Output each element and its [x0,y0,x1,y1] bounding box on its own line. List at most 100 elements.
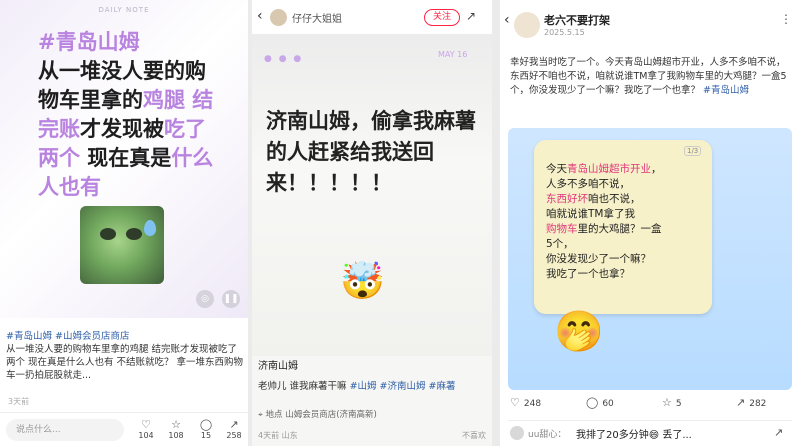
avatar[interactable] [270,9,287,26]
heart-button[interactable]: ♡ 248 [510,396,541,409]
card-date: MAY 16 [438,50,468,59]
divider [492,0,500,446]
post-description: #青岛山姆 #山姆会员店商店 从一堆没人要的购物车里拿的鸡腿 结完账才发现被吃了… [6,330,244,382]
text-segment: 你没发现少了一个嘛？ [546,253,651,265]
location-tag[interactable]: ⌖ 地点 山姆会员商店(济南高新) [258,408,377,420]
stat-count: 15 [200,431,212,440]
stat-count: 248 [523,399,542,409]
exploding-head-icon: 🤯 [340,261,385,302]
text-segment: 鸡腿 结 [143,88,214,112]
pause-icon[interactable]: ❚❚ [222,290,240,308]
comment-button[interactable]: ◯ 60 [586,396,614,409]
caption-desc: 老帅儿 谁我麻薯干嘛 #山姆 #济南山姆 #麻薯 [258,381,456,392]
star-button[interactable]: ☆ 5 [662,396,682,409]
hero-line: 两个 现在真是什么 [38,144,238,173]
sound-icon[interactable]: ◎ [196,290,214,308]
post-tags[interactable]: #青岛山姆 [703,85,749,96]
follow-button[interactable]: 关注 [424,9,460,26]
comment-input[interactable]: 说点什么... [6,419,124,441]
post-image[interactable]: DAILY NOTE #青岛山姆 从一堆没人要的购 物车里拿的鸡腿 结完账才发现被吃… [0,0,248,318]
note-line: 购物车里的大鸡腿？一盒 [546,222,706,237]
post-tags[interactable]: #青岛山姆 #山姆会员店商店 [6,330,244,343]
note-line: 我吃了一个也拿？ [546,267,706,282]
heart-icon: ♡ [510,396,520,409]
share-button[interactable]: ↗ 258 [222,418,246,440]
text-segment: 咱就说谁TM拿了我 [546,208,635,220]
hero-line: 物车里拿的鸡腿 结 [38,86,238,115]
stat-count: 282 [749,399,767,409]
note-text: 今天青岛山姆超市开业， 人多不多咱不说， 东西好坏咱也不说， 咱就说谁TM拿了我 购物车… [546,162,706,282]
text-segment: 我吃了一个也拿？ [546,268,630,280]
comment-text: 我排了20多分钟😄 丢了... [576,430,692,441]
text-segment: 里的大鸡腿？一盒 [577,223,662,235]
stat-count: 5 [675,399,682,409]
post-body: 幸好我当时吃了一个。今天青岛山姆超市开业，人多不多咱不说，东西好不咱也不说，咱就… [510,57,787,96]
stat-count: 60 [602,399,614,409]
post-caption: 济南山姆 老帅儿 谁我麻薯干嘛 #山姆 #济南山姆 #麻薯 [258,360,488,394]
comment-icon: ◯ [586,396,599,409]
stat-count: 104 [138,431,154,440]
text-segment: 青岛山姆超市开业 [567,163,651,175]
note-line: 咱就说谁TM拿了我 [546,207,706,222]
comment-row: uu甜心： 我排了20多分钟😄 丢了... ↗ [508,420,792,444]
text-segment: 从一堆没人要的购 [38,59,206,83]
text-segment: 物车里拿的 [38,88,143,112]
text-segment: 人多不多咱不说， [546,178,630,190]
text-segment: 才发现被 [80,117,164,141]
pin-icon: ⌖ [258,410,263,420]
star-icon: ☆ [662,396,672,409]
star-button[interactable]: ☆ 108 [164,418,188,440]
author-name[interactable]: 老六不要打架 [544,12,610,28]
share-icon[interactable]: ↗ [774,426,783,439]
post-panel-1: DAILY NOTE #青岛山姆 从一堆没人要的购 物车里拿的鸡腿 结完账才发现被吃… [0,0,248,446]
post-footer: 4天前 山东 不喜欢 [258,430,490,441]
action-bar: 说点什么... ♡ 104 ☆ 108 ◯ 15 ↗ 258 [0,412,248,446]
frog-sticker [80,206,164,284]
text-segment: 购物车 [546,223,578,235]
comment-button[interactable]: ◯ 15 [194,418,218,440]
commenter-avatar[interactable] [510,426,524,440]
hero-text: #青岛山姆 从一堆没人要的购 物车里拿的鸡腿 结完账才发现被吃了 两个 现在真是什么人… [38,28,238,202]
text-segment: 完账 [38,117,80,141]
page-indicator: 1/3 [684,146,702,156]
share-icon: ↗ [736,396,746,409]
action-bar: ♡ 248 ◯ 60 ☆ 5 ↗ 282 [500,392,800,416]
commenter-name[interactable]: uu甜心： [528,427,566,440]
post-image[interactable]: ● ● ● MAY 16 济南山姆，偷拿我麻薯的人赶紧给我送回来！！！！！ 🤯 [252,34,492,356]
stat-count: 258 [226,431,242,440]
decor-dots: ● ● ● [264,54,304,64]
sweat-drop-icon [144,220,156,236]
note-line: 今天青岛山姆超市开业， [546,162,706,177]
more-icon[interactable]: ⋮ [780,12,792,26]
share-button[interactable]: ↗ 282 [736,396,766,409]
smiling-face-icon: 🤭 [554,309,604,355]
post-header: ‹ 仔仔大姐姐 关注 ↗ [252,0,492,34]
avatar[interactable] [514,12,540,38]
brand-label: DAILY NOTE [98,6,150,14]
text-segment: 什么 [171,146,214,170]
card-title: 济南山姆，偷拿我麻薯的人赶紧给我送回来！！！！！ [266,109,476,195]
report-button[interactable]: 不喜欢 [462,430,486,441]
text-segment: 今天 [546,163,567,175]
text-segment: 东西好坏 [546,193,588,205]
post-tags[interactable]: #山姆 #济南山姆 #麻薯 [350,381,456,392]
post-image[interactable]: 1/3 今天青岛山姆超市开业， 人多不多咱不说， 东西好坏咱也不说， 咱就说谁TM拿了… [508,128,792,390]
post-time: 4天前 山东 [258,431,298,440]
stat-count: 108 [168,431,184,440]
text-segment: #青岛山姆 [38,30,140,54]
post-panel-3: ‹ 老六不要打架 2025.5.15 ⋮ 幸好我当时吃了一个。今天青岛山姆超市开… [500,0,800,446]
heart-button[interactable]: ♡ 104 [134,418,158,440]
post-time: 3天前 [8,397,30,406]
text-segment: 5个， [546,238,574,250]
hero-line: 从一堆没人要的购 [38,57,238,86]
back-icon[interactable]: ‹ [257,8,263,24]
text-segment: 两个 [38,146,80,170]
heart-icon: ♡ [141,418,151,431]
share-icon[interactable]: ↗ [466,9,476,23]
back-icon[interactable]: ‹ [504,12,510,28]
hero-line: 完账才发现被吃了 [38,115,238,144]
text-segment: 现在真是 [80,146,172,170]
note-line: 东西好坏咱也不说， [546,192,706,207]
author-name[interactable]: 仔仔大姐姐 [292,10,342,25]
hero-line: 人也有 [38,173,238,202]
